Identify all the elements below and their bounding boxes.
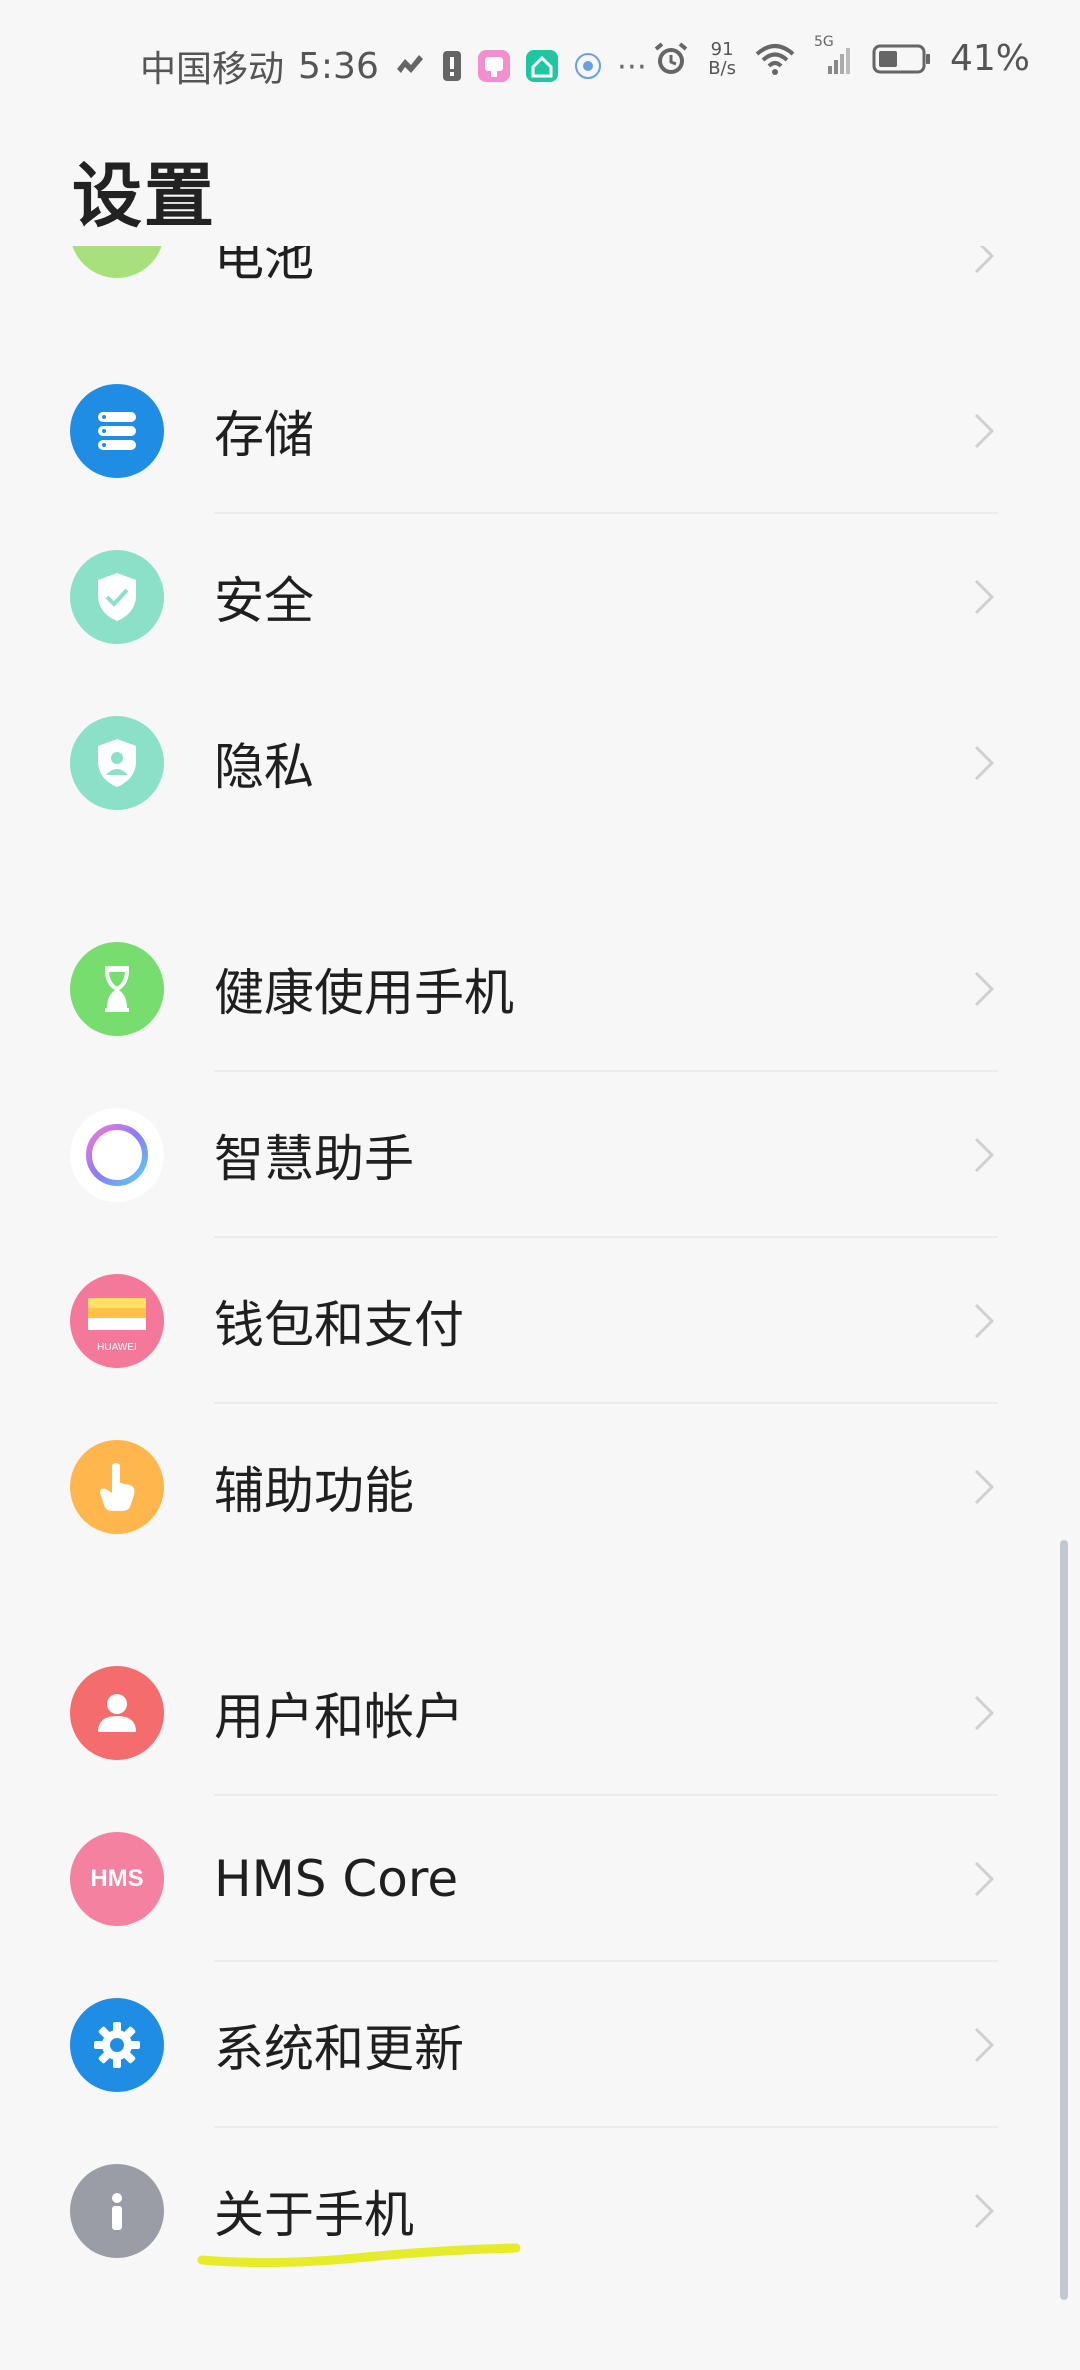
chevron-right-icon	[974, 246, 995, 274]
battery-percentage: 41%	[949, 38, 1030, 79]
hand-pointer-icon	[70, 1440, 164, 1534]
chevron-right-icon	[974, 745, 995, 781]
home-app-icon	[525, 49, 559, 83]
settings-item-security[interactable]: 安全	[0, 514, 1080, 680]
settings-item-wallet[interactable]: HUAWEI 钱包和支付	[0, 1238, 1080, 1404]
ifly-icon	[573, 51, 603, 81]
network-speed-unit: B/s	[708, 57, 736, 79]
settings-item-smart-assistant[interactable]: 智慧助手	[0, 1072, 1080, 1238]
chevron-right-icon	[974, 971, 995, 1007]
settings-item-label: 智慧助手	[214, 1130, 414, 1188]
settings-item-label: 用户和帐户	[214, 1688, 464, 1746]
page-title: 设置	[72, 155, 216, 237]
hms-icon: HMS	[70, 1832, 164, 1926]
gear-icon	[70, 1998, 164, 2092]
settings-item-storage[interactable]: 存储	[0, 348, 1080, 514]
user-icon	[70, 1666, 164, 1760]
privacy-icon	[70, 716, 164, 810]
hourglass-icon	[70, 942, 164, 1036]
network-speed: 91 B/s	[708, 40, 736, 78]
chevron-right-icon	[974, 2027, 995, 2063]
settings-item-users-accounts[interactable]: 用户和帐户	[0, 1630, 1080, 1796]
clock: 5:36	[298, 45, 379, 87]
settings-item-privacy[interactable]: 隐私	[0, 680, 1080, 846]
network-type: 5G	[813, 33, 834, 50]
chevron-right-icon	[974, 1861, 995, 1897]
settings-item-about-phone[interactable]: 关于手机	[0, 2128, 1080, 2294]
wallet-icon: HUAWEI	[70, 1274, 164, 1368]
chevron-right-icon	[974, 2193, 995, 2229]
more-notifications-icon: ⋯	[616, 48, 647, 84]
settings-item-battery[interactable]: 电池	[0, 246, 1080, 306]
status-right: 91 B/s 5G 41%	[652, 34, 1030, 79]
chevron-right-icon	[974, 1137, 995, 1173]
network-speed-value: 91	[710, 38, 734, 60]
wifi-icon	[754, 42, 796, 76]
chevron-right-icon	[974, 413, 995, 449]
signal-icon: 5G	[814, 34, 854, 76]
highlight-underline	[197, 2243, 521, 2268]
assistant-ring-icon	[70, 1108, 164, 1202]
settings-item-label: 隐私	[214, 738, 314, 796]
shield-check-icon	[70, 550, 164, 644]
settings-item-label: 安全	[214, 572, 314, 630]
status-bar: 中国移动 5:36 ⋯ 91 B/s 5G 41%	[0, 0, 1080, 130]
settings-item-label: 电池	[214, 246, 314, 287]
settings-item-label: 辅助功能	[214, 1462, 414, 1520]
scrollbar[interactable]	[1060, 1540, 1068, 2300]
info-icon	[70, 2164, 164, 2258]
alarm-icon	[652, 40, 690, 78]
settings-item-label: HMS Core	[214, 1850, 459, 1908]
huawei-badge: HUAWEI	[97, 1342, 137, 1353]
app-notification-icon	[477, 49, 511, 83]
chevron-right-icon	[974, 1469, 995, 1505]
settings-item-label: 存储	[214, 406, 314, 464]
status-left: 中国移动 5:36 ⋯	[140, 40, 647, 92]
settings-item-label: 系统和更新	[214, 2020, 464, 2078]
settings-item-label: 钱包和支付	[214, 1296, 464, 1354]
settings-item-hms-core[interactable]: HMS HMS Core	[0, 1796, 1080, 1962]
storage-icon	[70, 384, 164, 478]
carrier-label: 中国移动	[140, 49, 285, 90]
chevron-right-icon	[974, 1695, 995, 1731]
alert-icon	[441, 49, 463, 83]
chevron-right-icon	[974, 1303, 995, 1339]
vpn-icon	[393, 51, 427, 81]
battery-icon	[70, 246, 164, 278]
settings-item-label: 健康使用手机	[214, 964, 514, 1022]
battery-status-icon	[872, 43, 932, 75]
settings-item-digital-balance[interactable]: 健康使用手机	[0, 906, 1080, 1072]
settings-item-system-updates[interactable]: 系统和更新	[0, 1962, 1080, 2128]
hms-badge-text: HMS	[90, 1865, 144, 1892]
settings-item-accessibility[interactable]: 辅助功能	[0, 1404, 1080, 1570]
chevron-right-icon	[974, 579, 995, 615]
